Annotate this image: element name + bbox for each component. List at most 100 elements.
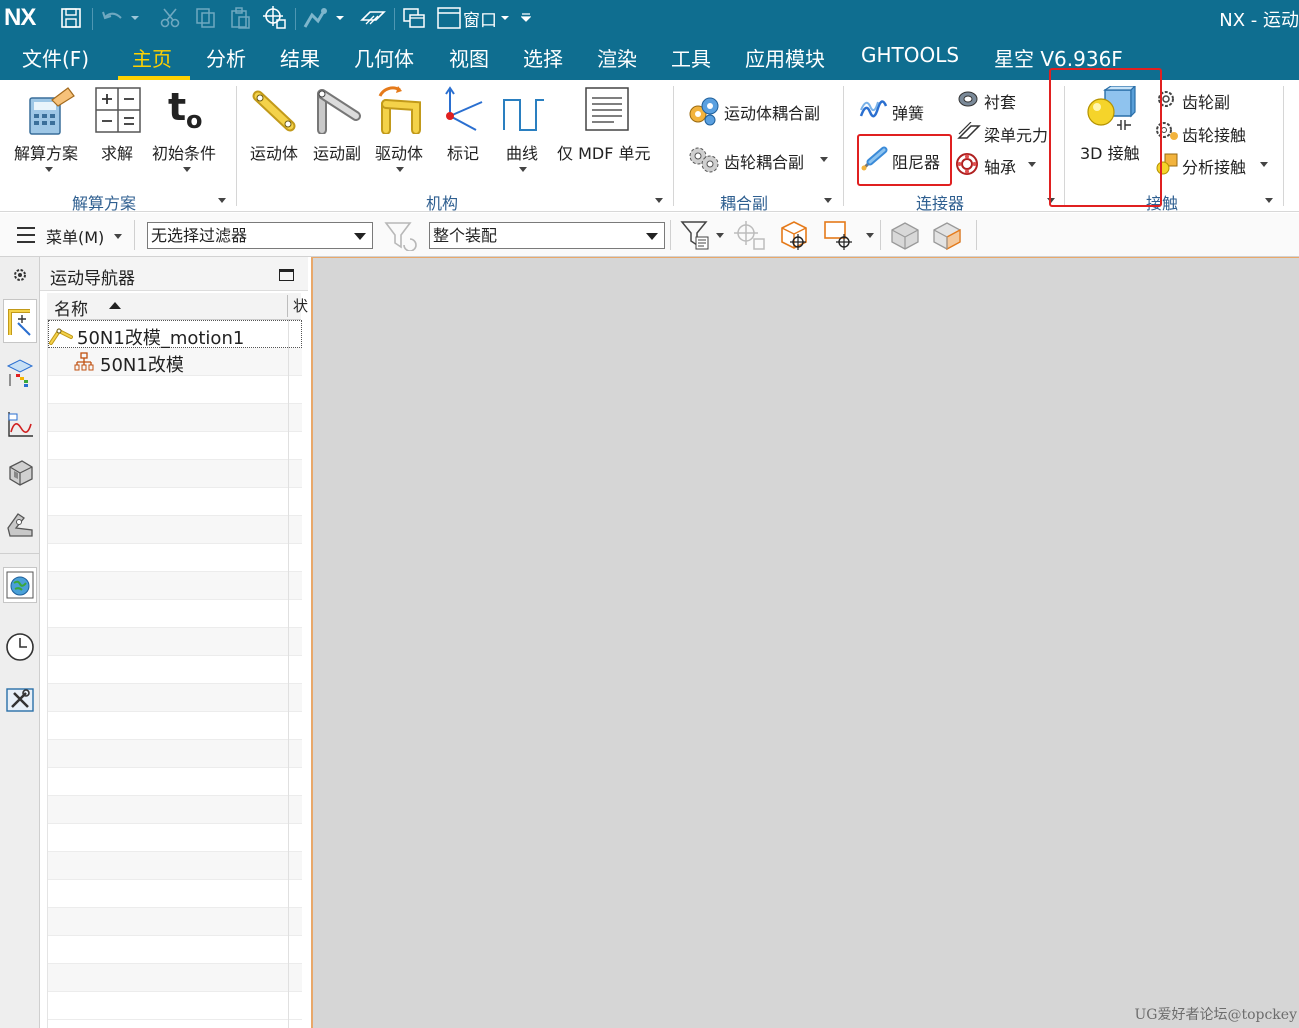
curve-button[interactable]: 曲线 [506,140,538,164]
bearing-dropdown-icon[interactable] [1028,162,1036,167]
maximize-icon[interactable] [279,269,294,281]
motion-navigator-tab-icon[interactable] [3,299,37,343]
select-feature-icon[interactable] [778,218,812,256]
gear-contact-button[interactable]: 齿轮接触 [1182,122,1246,146]
body-coupler-icon[interactable] [688,96,720,130]
cut-icon[interactable] [156,5,184,31]
web-browser-tab-icon[interactable] [3,567,37,603]
tab-application[interactable]: 应用模块 [745,43,825,72]
tab-analysis[interactable]: 分析 [206,43,246,72]
model-view-tab-icon[interactable] [3,355,37,391]
tab-home[interactable]: 主页 [132,43,172,72]
sort-ascending-icon[interactable] [109,302,121,309]
tab-render[interactable]: 渲染 [597,43,637,72]
selection-scope-select[interactable]: 整个装配 [429,222,665,249]
solve-icon[interactable] [94,86,142,138]
column-status-header[interactable]: 状 [293,295,308,316]
joint-icon[interactable] [314,86,362,138]
bearing-icon[interactable] [955,152,979,180]
spring-icon[interactable] [858,96,888,128]
snap-point-toolbar-icon[interactable] [734,219,768,255]
gear-coupler-dropdown-icon[interactable] [820,157,828,162]
tree-row-assembly[interactable]: 50N1改模 [48,348,302,376]
beam-force-button[interactable]: 梁单元力 [984,122,1048,146]
tab-results[interactable]: 结果 [280,43,320,72]
command-finder-dropdown-icon[interactable] [332,5,348,31]
tab-view[interactable]: 视图 [449,43,489,72]
snap-point-icon[interactable] [260,5,290,31]
solid-body-filter-icon[interactable] [888,218,922,256]
paste-icon[interactable] [226,5,254,31]
resource-settings-icon[interactable] [3,257,37,293]
history-tab-icon[interactable] [3,629,37,665]
solve-button[interactable]: 求解 [101,140,133,164]
driver-icon[interactable] [376,84,426,138]
switch-window-icon[interactable] [400,5,428,31]
initial-conditions-dropdown-icon[interactable] [183,167,191,172]
select-region-dropdown-icon[interactable] [866,233,874,238]
graphics-window[interactable]: UG爱好者论坛@topckey [311,257,1299,1028]
window-menu[interactable]: 窗口 [463,5,513,31]
solution-dropdown-icon[interactable] [45,167,53,172]
gear-pair-button[interactable]: 齿轮副 [1182,89,1230,113]
part-tab-icon[interactable] [3,455,37,491]
tab-file[interactable]: 文件(F) [22,43,89,72]
tab-selection[interactable]: 选择 [523,43,563,72]
marker-button[interactable]: 标记 [447,140,479,164]
initial-conditions-icon[interactable]: to [166,85,210,138]
analytic-contact-button[interactable]: 分析接触 [1182,154,1246,178]
tab-ghtools[interactable]: GHTOOLS [861,43,959,67]
driver-dropdown-icon[interactable] [396,167,404,172]
group-contact-more-icon[interactable] [1265,198,1273,203]
analytic-contact-dropdown-icon[interactable] [1260,162,1268,167]
driver-button[interactable]: 驱动体 [375,140,423,164]
bushing-button[interactable]: 衬套 [984,89,1016,113]
copy-icon[interactable] [192,5,220,31]
select-region-icon[interactable] [822,218,856,256]
curve-icon[interactable] [500,86,546,138]
body-coupler-button[interactable]: 运动体耦合副 [724,100,820,124]
tree-row-motion-sim[interactable]: 50N1改模_motion1 [48,320,302,349]
hamburger-menu-icon[interactable] [16,226,36,248]
bearing-button[interactable]: 轴承 [984,154,1016,178]
gear-coupler-button[interactable]: 齿轮耦合副 [724,149,804,173]
face-filter-icon[interactable] [930,218,964,256]
sheet-metal-tab-icon[interactable] [3,507,37,543]
tools-tab-icon[interactable] [3,681,37,717]
reset-filter-icon[interactable] [384,221,418,255]
mdf-element-icon[interactable] [584,86,630,138]
xy-plot-tab-icon[interactable] [3,407,37,443]
type-filter-select[interactable]: 无选择过滤器 [147,222,373,249]
solution-button[interactable]: 解算方案 [14,140,78,164]
marker-icon[interactable] [442,86,488,138]
touch-mode-icon[interactable] [358,5,388,31]
group-coupler-more-icon[interactable] [824,198,832,203]
customize-quick-access-icon[interactable] [518,5,534,31]
save-icon[interactable] [58,5,84,31]
undo-icon[interactable] [98,5,128,31]
window-icon[interactable] [434,5,464,31]
undo-dropdown-icon[interactable] [128,5,142,31]
tab-geometry[interactable]: 几何体 [354,43,414,72]
menu-button[interactable]: 菜单(M) [46,224,104,248]
general-selection-filter-dropdown-icon[interactable] [716,233,724,238]
beam-force-icon[interactable] [957,121,981,146]
gear-coupler-icon[interactable] [688,144,720,178]
tree-row-empty [48,740,302,768]
group-mechanism-more-icon[interactable] [655,198,663,203]
joint-button[interactable]: 运动副 [313,140,361,164]
column-name-header[interactable]: 名称 [54,295,88,320]
command-finder-icon[interactable] [300,5,330,31]
general-selection-filter-icon[interactable] [680,219,712,255]
curve-dropdown-icon[interactable] [519,167,527,172]
bushing-icon[interactable] [957,90,979,112]
tab-tools[interactable]: 工具 [671,43,711,72]
motion-body-button[interactable]: 运动体 [250,140,298,164]
initial-conditions-button[interactable]: 初始条件 [152,140,216,164]
motion-body-icon[interactable] [252,88,298,138]
group-solution-more-icon[interactable] [218,198,226,203]
mdf-element-button[interactable]: 仅 MDF 单元 [557,140,651,164]
spring-button[interactable]: 弹簧 [892,100,924,124]
solution-icon[interactable] [24,86,76,142]
menu-dropdown-icon[interactable] [114,234,122,239]
